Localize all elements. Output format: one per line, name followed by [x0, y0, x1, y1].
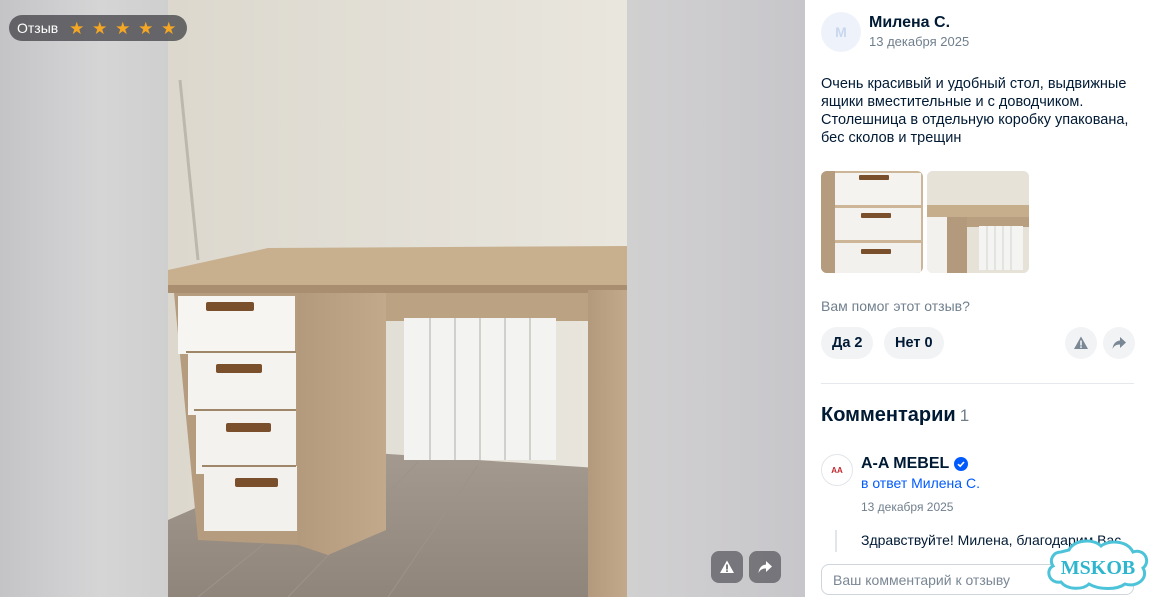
comments-title: Комментарии: [821, 404, 956, 426]
vote-yes-label: Да: [832, 335, 851, 351]
vote-no-label: Нет: [895, 335, 921, 351]
vote-no-count: 0: [924, 335, 933, 351]
review-thumbnail-1[interactable]: [821, 171, 923, 273]
review-text: Очень красивый и удобный стол, выдвижные…: [821, 76, 1129, 146]
star-icon: ★: [138, 18, 154, 38]
warning-icon: [1074, 336, 1088, 349]
star-icon: ★: [161, 18, 177, 38]
warning-icon: [720, 560, 734, 573]
star-icon: ★: [92, 18, 108, 38]
vote-yes-count: 2: [854, 335, 863, 351]
report-image-button[interactable]: [711, 551, 743, 583]
desk-photo-illustration: [168, 0, 627, 597]
seller-logo[interactable]: AA: [821, 454, 853, 486]
review-thumbnail-2[interactable]: [927, 171, 1029, 273]
author-avatar: M: [821, 12, 861, 52]
star-icon: ★: [69, 18, 85, 38]
review-image-viewer: Отзыв ★ ★ ★ ★ ★: [0, 0, 805, 597]
helpful-question: Вам помог этот отзыв?: [821, 298, 970, 314]
author-name[interactable]: Милена С.: [869, 14, 950, 32]
verified-badge-icon: [954, 457, 969, 471]
share-image-button[interactable]: [749, 551, 781, 583]
vote-yes-button[interactable]: Да 2: [821, 327, 874, 359]
badge-label: Отзыв: [17, 20, 59, 36]
comment-date: 13 декабря 2025: [861, 500, 954, 514]
seller-name: A-A MEBEL: [861, 455, 950, 472]
blurred-background-right: [627, 0, 805, 597]
watermark-logo: MSKOB: [1047, 539, 1149, 590]
review-rating-badge: Отзыв ★ ★ ★ ★ ★: [9, 15, 188, 41]
report-review-button[interactable]: [1065, 327, 1097, 359]
review-date: 13 декабря 2025: [869, 34, 970, 49]
section-divider: [821, 383, 1134, 384]
vote-no-button[interactable]: Нет 0: [884, 327, 944, 359]
share-arrow-icon: [758, 561, 772, 573]
thumbnail-drawers-image: [821, 171, 923, 273]
blurred-background-left: [0, 0, 168, 597]
reply-to-link[interactable]: в ответ Милена С.: [861, 475, 980, 491]
watermark-text: MSKOB: [1061, 557, 1135, 579]
review-details-panel: M Милена С. 13 декабря 2025 Очень красив…: [805, 0, 1154, 597]
star-icon: ★: [115, 18, 131, 38]
seller-logo-text: AA: [831, 465, 843, 475]
seller-name-row[interactable]: A-A MEBEL: [861, 455, 969, 473]
comments-heading: Комментарии 1: [821, 404, 969, 427]
thumbnail-desk-image: [927, 171, 1029, 273]
share-review-button[interactable]: [1103, 327, 1135, 359]
share-arrow-icon: [1112, 337, 1126, 349]
review-photo: [168, 0, 627, 597]
thread-line: [835, 530, 837, 552]
comments-count: 1: [959, 406, 970, 425]
